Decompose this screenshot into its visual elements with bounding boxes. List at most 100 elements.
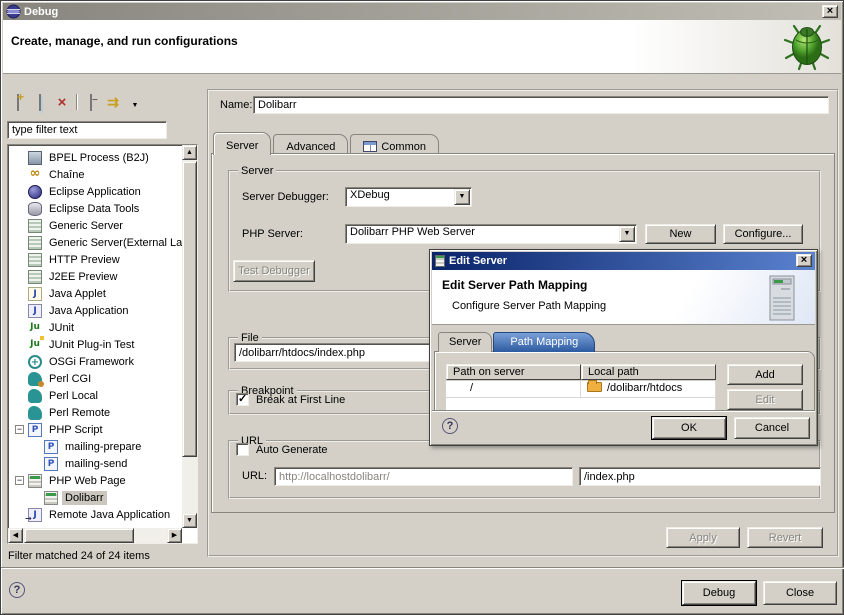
mapping-table-row[interactable]: / /dolibarr/htdocs <box>446 381 716 398</box>
window-close-button[interactable]: × <box>822 5 838 18</box>
tree-item[interactable]: Perl Local <box>10 387 180 404</box>
tree-item[interactable]: JUnit Plug-in Test <box>10 336 180 353</box>
tab-label: Advanced <box>286 141 335 153</box>
tree-item-icon <box>44 491 58 505</box>
column-header-local-path[interactable]: Local path <box>581 364 716 380</box>
tree-item-label: Eclipse Data Tools <box>46 202 142 216</box>
main-tab[interactable]: Server <box>213 132 271 155</box>
type-filter-input[interactable] <box>7 121 167 139</box>
tree-item[interactable]: Eclipse Application <box>10 183 180 200</box>
cancel-button[interactable]: Cancel <box>734 417 810 439</box>
collapse-all-button[interactable]: − <box>80 92 102 112</box>
dialog-button-bar: ? OK Cancel <box>432 410 815 443</box>
php-server-dropdown-button[interactable]: ▼ <box>619 226 635 242</box>
window-title-bar[interactable]: Debug × <box>3 3 841 20</box>
main-tab[interactable]: Common <box>350 134 439 155</box>
tree-item[interactable]: JUnit <box>10 319 180 336</box>
tree-item[interactable]: Dolibarr <box>10 489 180 506</box>
main-tab[interactable]: Advanced <box>273 134 348 155</box>
php-server-value: Dolibarr PHP Web Server <box>345 224 637 244</box>
server-debugger-combo[interactable]: XDebug ▼ <box>345 187 472 207</box>
url-path-input[interactable] <box>579 467 821 486</box>
tree-item[interactable]: HTTP Preview <box>10 251 180 268</box>
tree-item[interactable]: mailing-send <box>10 455 180 472</box>
tree-item[interactable]: BPEL Process (B2J) <box>10 149 180 166</box>
dialog-tab[interactable]: Path Mapping <box>493 332 595 352</box>
add-mapping-button[interactable]: Add <box>727 364 803 385</box>
delete-button[interactable]: × <box>51 92 73 112</box>
tree-expander[interactable]: − <box>15 425 24 434</box>
tree-item[interactable]: mailing-prepare <box>10 438 180 455</box>
tree-item-label: mailing-prepare <box>62 440 144 454</box>
tree-rows: BPEL Process (B2J) Chaîne Eclipse Applic… <box>10 149 180 523</box>
new-config-button[interactable]: + <box>7 92 29 112</box>
dialog-subheading: Configure Server Path Mapping <box>452 300 606 312</box>
tree-item-icon <box>28 253 42 267</box>
edit-mapping-button[interactable]: Edit <box>727 389 803 410</box>
close-button[interactable]: Close <box>763 581 837 605</box>
tree-item-icon <box>28 406 42 420</box>
tree-item[interactable]: Perl Remote <box>10 404 180 421</box>
auto-generate-checkbox[interactable] <box>236 443 249 456</box>
tree-item[interactable]: Perl CGI <box>10 370 180 387</box>
page-title: Create, manage, and run configurations <box>11 34 238 48</box>
tree-item[interactable]: Generic Server(External La <box>10 234 180 251</box>
tree-item[interactable]: Chaîne <box>10 166 180 183</box>
dialog-close-button[interactable]: × <box>796 254 812 267</box>
tree-item-label: JUnit <box>46 321 77 335</box>
column-header-path-on-server[interactable]: Path on server <box>446 364 581 380</box>
dialog-title-bar[interactable]: Edit Server × <box>432 252 815 270</box>
eclipse-logo-icon <box>6 4 21 19</box>
tree-item-label: Eclipse Application <box>46 185 144 199</box>
tree-item[interactable]: OSGi Framework <box>10 353 180 370</box>
duplicate-button[interactable] <box>29 92 51 112</box>
configure-server-button[interactable]: Configure... <box>723 224 803 244</box>
url-label: URL: <box>242 470 267 482</box>
horizontal-scroll-thumb[interactable] <box>24 528 134 543</box>
tree-item-icon <box>28 236 42 250</box>
test-debugger-button[interactable]: Test Debugger <box>233 260 315 282</box>
debug-button[interactable]: Debug <box>682 581 756 605</box>
filter-status-text: Filter matched 24 of 24 items <box>8 550 150 562</box>
revert-button[interactable]: Revert <box>747 527 823 548</box>
php-server-combo[interactable]: Dolibarr PHP Web Server ▼ <box>345 224 637 244</box>
config-type-tree[interactable]: BPEL Process (B2J) Chaîne Eclipse Applic… <box>7 144 198 544</box>
tree-item-label: Generic Server <box>46 219 126 233</box>
tree-expander[interactable]: − <box>15 476 24 485</box>
tree-item[interactable]: − PHP Script <box>10 421 180 438</box>
break-first-line-checkbox[interactable] <box>236 393 249 406</box>
tree-item-icon <box>28 355 42 369</box>
tree-item-label: HTTP Preview <box>46 253 123 267</box>
dialog-help-icon[interactable]: ? <box>442 418 458 434</box>
left-toolbar: + × − ⇉ ▼ <box>7 91 177 113</box>
server-debugger-dropdown-button[interactable]: ▼ <box>454 189 470 205</box>
window-title: Debug <box>24 6 58 18</box>
filter-menu-arrow[interactable]: ▼ <box>124 92 146 112</box>
new-server-button[interactable]: New <box>645 224 716 244</box>
apply-button[interactable]: Apply <box>666 527 740 548</box>
help-icon[interactable]: ? <box>9 582 25 598</box>
tree-item-label: BPEL Process (B2J) <box>46 151 152 165</box>
tree-item[interactable]: Generic Server <box>10 217 180 234</box>
filter-button[interactable]: ⇉ <box>102 92 124 112</box>
tree-item-label: JUnit Plug-in Test <box>46 338 137 352</box>
tree-item[interactable]: − PHP Web Page <box>10 472 180 489</box>
dialog-title: Edit Server <box>449 255 507 267</box>
vertical-scroll-thumb[interactable] <box>182 161 197 457</box>
ok-button[interactable]: OK <box>652 417 726 439</box>
tree-horizontal-scrollbar[interactable]: ◀ ▶ <box>8 528 182 543</box>
config-name-input[interactable] <box>253 96 829 114</box>
tree-item-icon <box>44 440 58 454</box>
tree-item[interactable]: Java Application <box>10 302 180 319</box>
tree-item[interactable]: Java Applet <box>10 285 180 302</box>
tree-vertical-scrollbar[interactable]: ▲ ▼ <box>182 145 197 528</box>
tree-item[interactable]: Eclipse Data Tools <box>10 200 180 217</box>
tree-item[interactable]: Remote Java Application <box>10 506 180 523</box>
tree-item-icon <box>44 457 58 471</box>
debug-bug-icon <box>779 20 835 73</box>
tree-item-icon <box>28 474 42 488</box>
dialog-tab[interactable]: Server <box>438 332 492 352</box>
local-path-text: /dolibarr/htdocs <box>607 382 682 394</box>
tree-item[interactable]: J2EE Preview <box>10 268 180 285</box>
tree-item-icon <box>28 372 42 386</box>
